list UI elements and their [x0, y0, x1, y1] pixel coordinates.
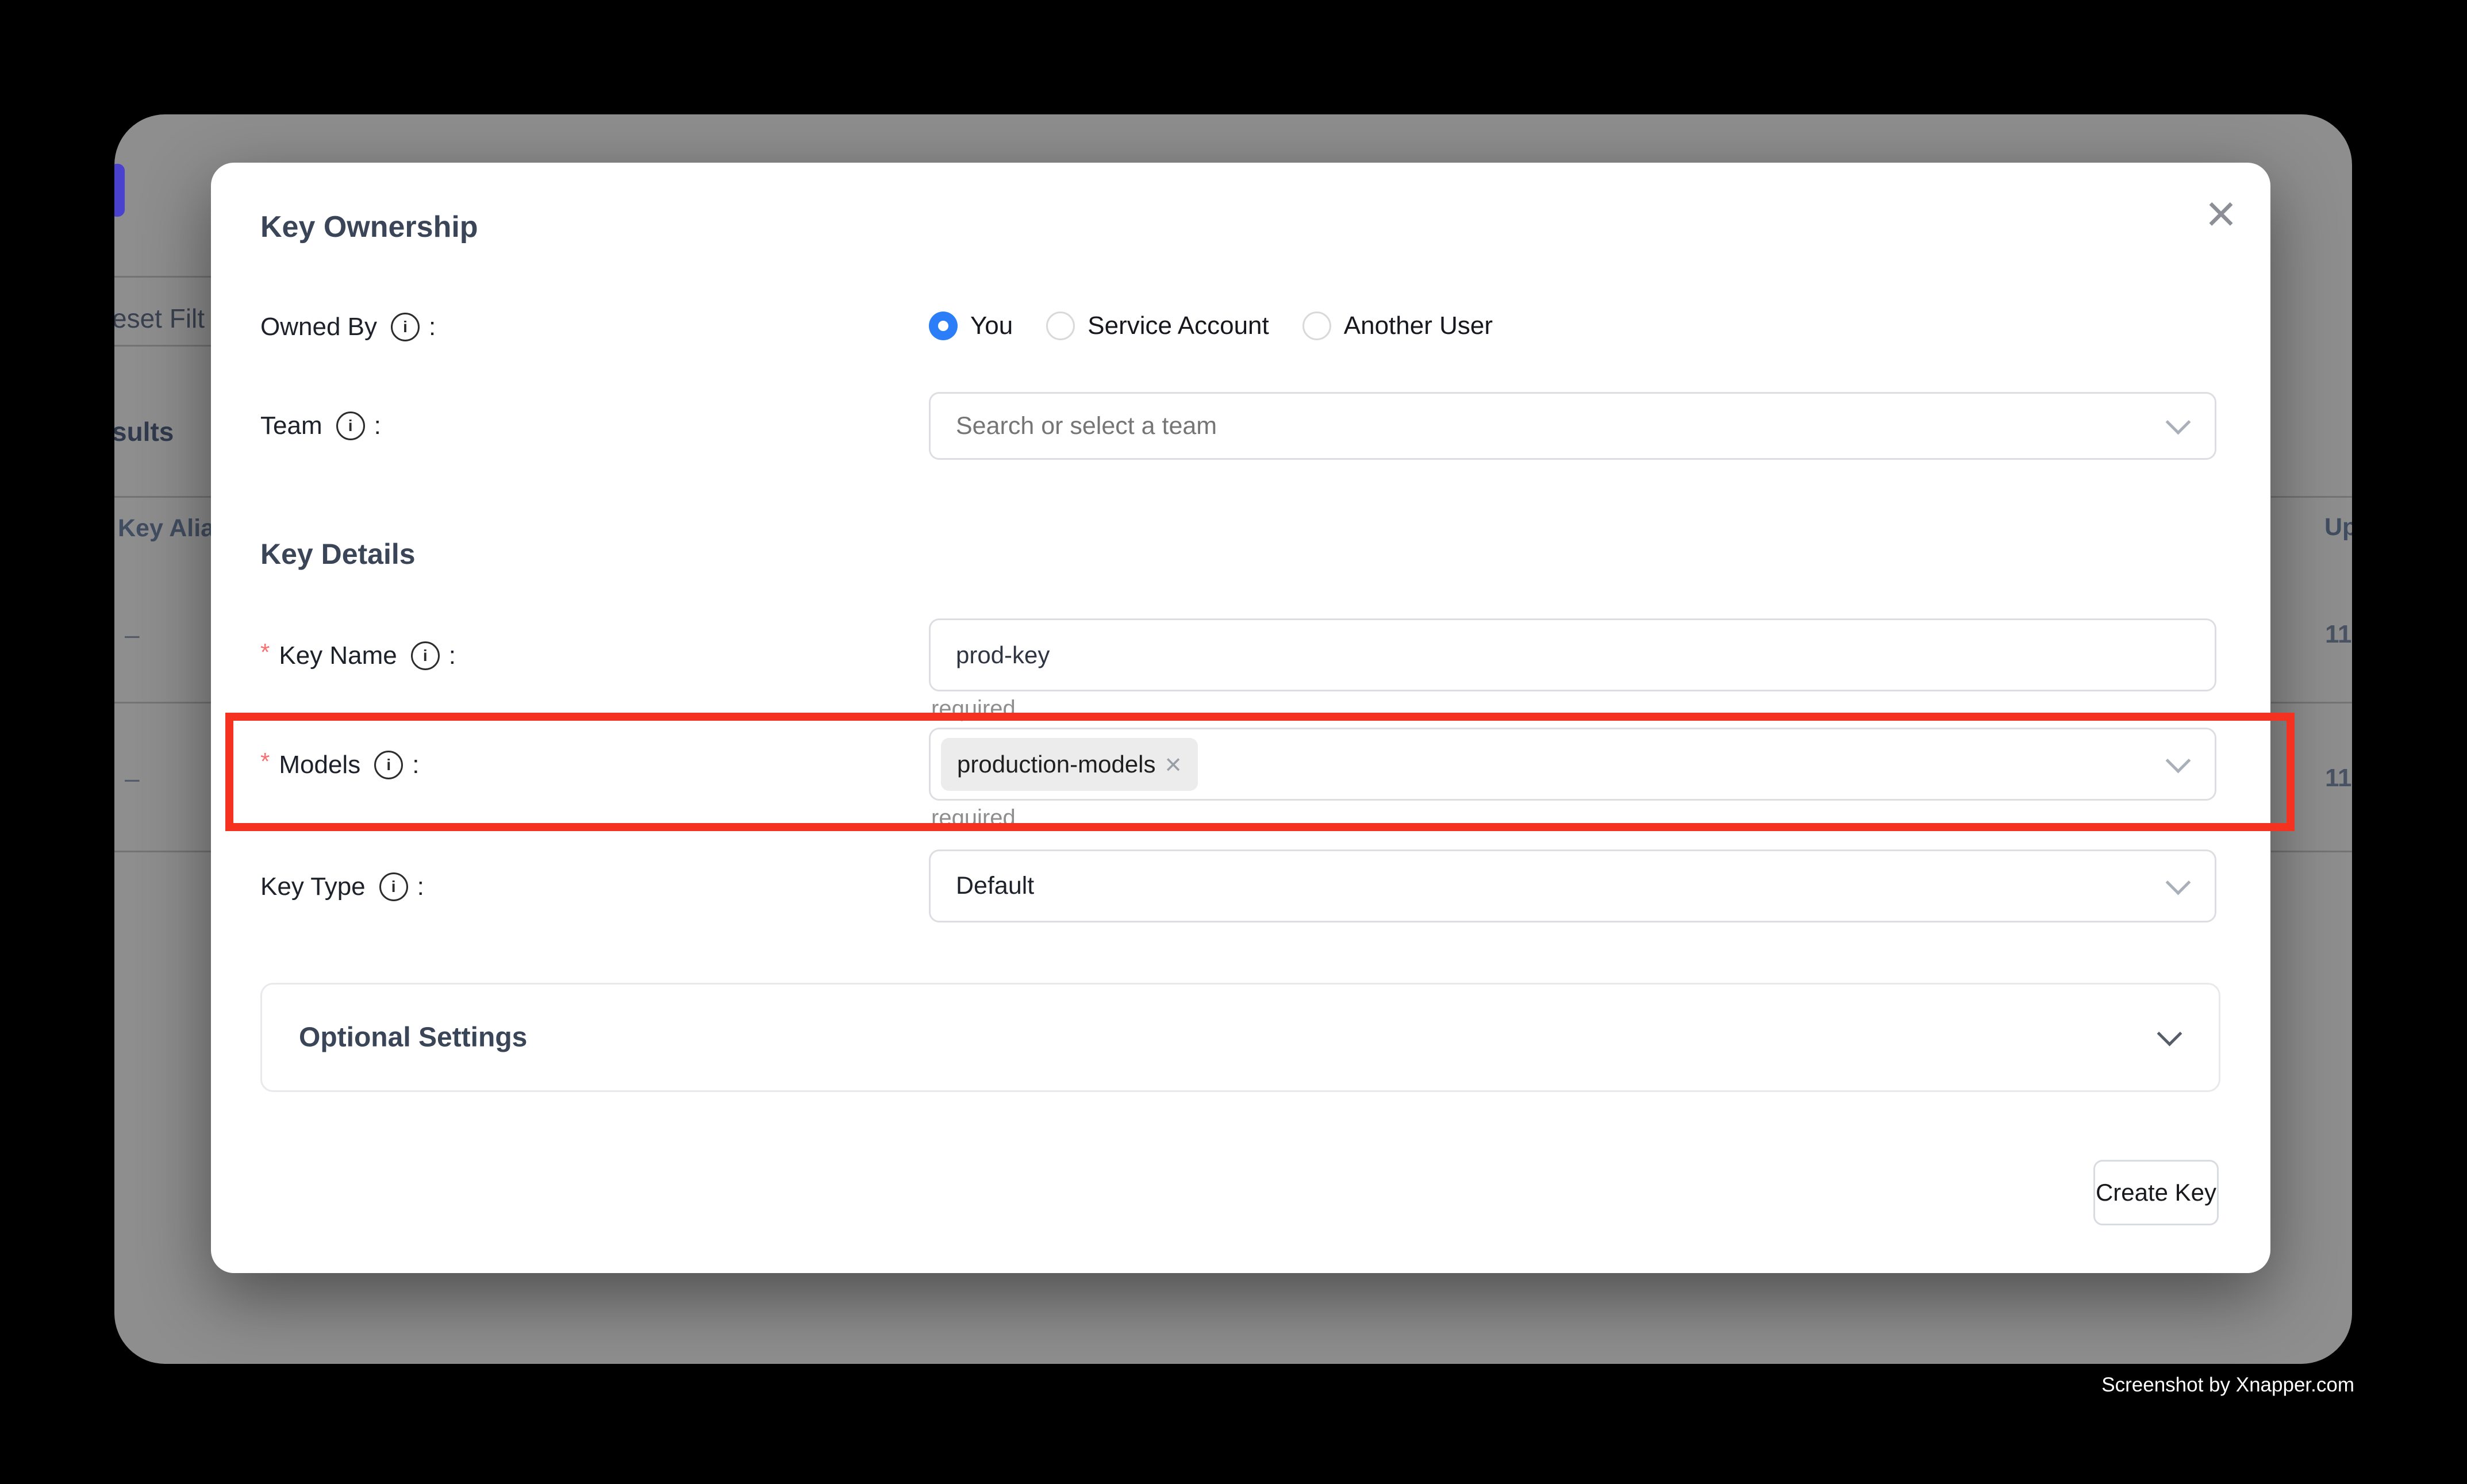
chevron-down-icon[interactable]: [2166, 870, 2191, 895]
team-search-input[interactable]: [931, 394, 2047, 458]
info-icon[interactable]: i: [411, 641, 440, 670]
selected-model-tag[interactable]: production-models ×: [941, 738, 1198, 791]
table-top-border-left: [114, 496, 211, 498]
required-asterisk: *: [260, 748, 270, 775]
key-type-label-text: Key Type: [260, 872, 366, 901]
table-row-divider-left: [114, 851, 211, 852]
key-name-validation-message: required: [931, 696, 1016, 722]
optional-settings-title: Optional Settings: [299, 1022, 527, 1054]
team-select[interactable]: [929, 392, 2216, 460]
info-icon[interactable]: i: [336, 412, 365, 440]
owned-by-label-text: Owned By: [260, 313, 377, 341]
key-name-label: * Key Name i :: [260, 640, 456, 672]
table-header-updated: Up: [2324, 513, 2352, 541]
owned-by-label: Owned By i :: [260, 311, 436, 343]
radio-option-label[interactable]: You: [970, 312, 1013, 340]
info-icon[interactable]: i: [379, 872, 408, 901]
optional-settings-panel[interactable]: Optional Settings: [260, 983, 2220, 1092]
models-label-text: Models: [279, 751, 360, 779]
table-header-key-alias: Key Alia: [118, 514, 214, 543]
radio-option-you[interactable]: You: [929, 312, 1013, 340]
radio-option-label[interactable]: Another User: [1344, 312, 1493, 340]
key-name-field[interactable]: [929, 618, 2216, 691]
table-row-updated: 11/: [2325, 764, 2352, 793]
chevron-down-icon[interactable]: [2166, 748, 2191, 773]
tag-remove-icon[interactable]: ×: [1165, 750, 1182, 779]
table-row-divider-right: [2271, 702, 2352, 703]
reset-filters-button-top-border: [114, 276, 211, 278]
models-label: * Models i :: [260, 749, 419, 781]
key-type-selected-value: Default: [931, 872, 1034, 900]
key-name-label-text: Key Name: [279, 641, 397, 670]
results-count-fragment: sults: [114, 416, 174, 447]
key-type-select[interactable]: Default: [929, 849, 2216, 922]
required-asterisk: *: [260, 639, 270, 666]
radio-unselected-icon[interactable]: [1046, 312, 1075, 340]
key-name-input[interactable]: [931, 620, 2047, 690]
chevron-down-icon[interactable]: [2157, 1021, 2182, 1047]
create-key-button[interactable]: Create Key: [2093, 1160, 2219, 1225]
models-select[interactable]: production-models ×: [929, 728, 2216, 801]
table-row-key-alias: –: [125, 763, 140, 794]
reset-filters-button-fragment[interactable]: eset Filt: [114, 303, 205, 334]
key-type-label: Key Type i :: [260, 871, 424, 903]
team-label-text: Team: [260, 412, 322, 440]
label-colon: :: [374, 412, 381, 440]
label-colon: :: [449, 641, 456, 670]
label-colon: :: [429, 313, 436, 341]
selected-model-tag-label: production-models: [957, 751, 1156, 778]
close-icon[interactable]: ×: [2195, 188, 2247, 240]
radio-option-another-user[interactable]: Another User: [1302, 312, 1493, 340]
table-row-key-alias: –: [125, 619, 140, 650]
label-colon: :: [412, 751, 419, 779]
radio-unselected-icon[interactable]: [1302, 312, 1331, 340]
team-label: Team i :: [260, 410, 381, 442]
radio-option-label[interactable]: Service Account: [1088, 312, 1269, 340]
radio-selected-icon[interactable]: [929, 312, 958, 340]
table-row-updated: 11/: [2325, 620, 2352, 649]
table-top-border-right: [2271, 496, 2352, 498]
create-key-button-fragment[interactable]: [114, 164, 125, 217]
table-row-divider-right: [2271, 851, 2352, 852]
label-colon: :: [417, 872, 424, 901]
owned-by-radio-group: You Service Account Another User: [929, 309, 1526, 343]
create-key-modal: Key Ownership × Owned By i : You Service…: [211, 163, 2270, 1273]
reset-filters-button-bottom-border: [114, 345, 211, 347]
info-icon[interactable]: i: [374, 751, 403, 779]
watermark-text: Screenshot by Xnapper.com: [2101, 1374, 2354, 1397]
models-validation-message: required: [931, 805, 1016, 831]
table-row-divider-left: [114, 702, 211, 703]
key-details-section-title: Key Details: [260, 537, 416, 571]
radio-option-service-account[interactable]: Service Account: [1046, 312, 1269, 340]
modal-title: Key Ownership: [260, 210, 478, 244]
info-icon[interactable]: i: [391, 313, 420, 341]
chevron-down-icon[interactable]: [2166, 410, 2191, 435]
